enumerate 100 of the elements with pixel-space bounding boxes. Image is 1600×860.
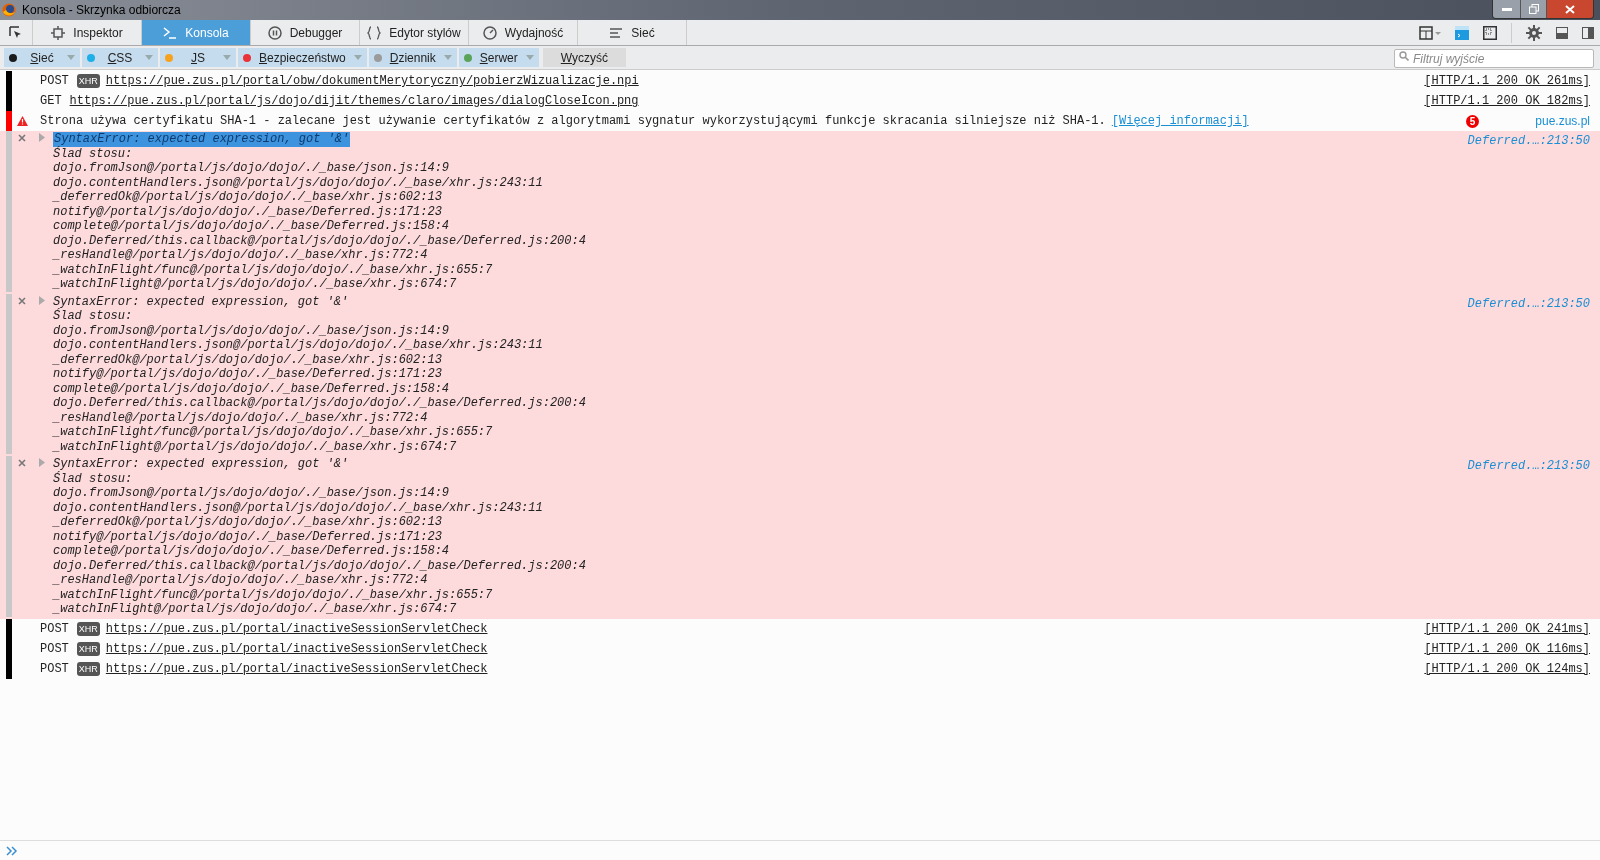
close-icon: [18, 459, 26, 467]
close-window-button[interactable]: [1546, 0, 1593, 18]
request-url-link[interactable]: https://pue.zus.pl/portal/inactiveSessionServletCheck: [105, 639, 488, 658]
warning-message: Strona używa certyfikatu SHA-1 - zalecane jest używanie certyfikatów z algorytmami sygnatur wykorzystującymi funkcje skracania silniejsze niż SHA-1.: [40, 113, 1106, 130]
clear-button[interactable]: Wyczyść: [542, 48, 627, 67]
stack-frame: _resHandle@/portal/js/dojo/dojo/./_base/xhr.js:772:4: [53, 410, 586, 425]
stack-frame: _resHandle@/portal/js/dojo/dojo/./_base/xhr.js:772:4: [53, 248, 586, 263]
screenshot-frame-icon[interactable]: [1483, 25, 1497, 40]
caret-icon: [525, 55, 534, 60]
stack-frame: notify@/portal/js/dojo/dojo/./_base/Deferred.js:171:23: [53, 204, 586, 219]
dock-side-icon[interactable]: [1582, 26, 1594, 39]
stack-trace-title: Ślad stosu:: [53, 309, 133, 324]
request-status-link[interactable]: [HTTP/1.1 200 OK 116ms]: [1424, 639, 1590, 658]
close-icon: [1565, 4, 1575, 14]
repeat-count-badge: 5: [1465, 114, 1480, 128]
frame-select-icon[interactable]: [1419, 25, 1441, 40]
xhr-label: XHR: [76, 641, 100, 656]
braces-icon: [367, 25, 382, 40]
console-prompt-icon: [163, 26, 178, 39]
pointer-icon: [9, 25, 23, 40]
stack-frame: dojo.contentHandlers.json@/portal/js/dojo/dojo/./_base/xhr.js:243:11: [53, 500, 586, 515]
request-status-link[interactable]: [HTTP/1.1 200 OK 182ms]: [1424, 92, 1590, 110]
source-link[interactable]: pue.zus.pl: [1535, 112, 1590, 130]
stack-frame: _watchInFlight@/portal/js/dojo/dojo/./_base/xhr.js:674:7: [53, 602, 586, 617]
request-method: POST: [40, 620, 69, 638]
error-message: SyntaxError: expected expression, got '&': [53, 132, 351, 147]
filter-button[interactable]: CSS: [82, 48, 158, 67]
settings-icon[interactable]: [1526, 24, 1542, 41]
stack-frame: dojo.fromJson@/portal/js/dojo/dojo/./_base/json.js:14:9: [53, 486, 586, 501]
filter-button[interactable]: Serwer: [458, 48, 539, 67]
toolbox-tab[interactable]: Debugger: [251, 20, 360, 45]
request-url-link[interactable]: https://pue.zus.pl/portal/obw/dokumentMerytoryczny/pobierzWizualizacje.npi: [105, 72, 639, 90]
request-status-link[interactable]: [HTTP/1.1 200 OK 261ms]: [1424, 72, 1590, 90]
request-method: POST: [40, 660, 69, 678]
window-title: Konsola - Skrzynka odbiorcza: [22, 2, 181, 19]
xhr-label: XHR: [76, 661, 100, 676]
request-url-link[interactable]: https://pue.zus.pl/portal/inactiveSessionServletCheck: [105, 659, 488, 678]
caret-icon: [145, 55, 153, 60]
xhr-label: XHR: [76, 621, 100, 636]
dock-bottom-icon[interactable]: [1556, 26, 1568, 39]
stack-frame: dojo.Deferred/this.callback@/portal/js/dojo/dojo/./_base/Deferred.js:200:4: [53, 558, 586, 573]
close-icon: [18, 134, 26, 142]
stack-frame: _watchInFlight/func@/portal/js/dojo/dojo/./_base/xhr.js:655:7: [53, 587, 586, 602]
restore-icon: [1528, 4, 1539, 14]
request-status-link[interactable]: [HTTP/1.1 200 OK 241ms]: [1424, 619, 1590, 638]
filter-button[interactable]: Bezpieczeństwo: [238, 48, 367, 67]
xhr-label: XHR: [76, 74, 100, 88]
stack-trace-title: Ślad stosu:: [53, 146, 134, 161]
stack-frame: _watchInFlight/func@/portal/js/dojo/dojo/./_base/xhr.js:655:7: [53, 262, 586, 277]
stack-frame: dojo.Deferred/this.callback@/portal/js/dojo/dojo/./_base/Deferred.js:200:4: [53, 233, 586, 248]
stack-frame: notify@/portal/js/dojo/dojo/./_base/Deferred.js:171:23: [53, 529, 586, 544]
restore-button[interactable]: [1520, 0, 1546, 18]
filter-button[interactable]: Sieć: [4, 48, 80, 67]
stack-frame: notify@/portal/js/dojo/dojo/./_base/Deferred.js:171:23: [53, 367, 586, 382]
inspector-icon: [51, 25, 66, 40]
filter-button[interactable]: Dziennik: [368, 48, 457, 67]
split-console-icon[interactable]: [1455, 25, 1469, 40]
request-url-link[interactable]: https://pue.zus.pl/portal/js/dojo/dijit/themes/claro/images/dialogCloseIcon.png: [69, 92, 639, 110]
request-method: GET: [40, 93, 62, 110]
caret-icon: [353, 55, 362, 60]
stack-frame: _watchInFlight@/portal/js/dojo/dojo/./_base/xhr.js:674:7: [53, 277, 586, 292]
search-icon: [1399, 50, 1409, 61]
error-message: SyntaxError: expected expression, got '&': [53, 294, 349, 309]
stack-frame: _deferredOk@/portal/js/dojo/dojo/./_base/xhr.js:602:13: [53, 515, 586, 530]
request-method: POST: [40, 640, 69, 658]
stack-frame: dojo.fromJson@/portal/js/dojo/dojo/./_base/json.js:14:9: [53, 323, 586, 338]
stack-frame: dojo.fromJson@/portal/js/dojo/dojo/./_base/json.js:14:9: [53, 161, 586, 176]
request-url-link[interactable]: https://pue.zus.pl/portal/inactiveSessionServletCheck: [105, 619, 488, 638]
toolbox-tab[interactable]: Wydajność: [469, 20, 578, 45]
stack-frame: _deferredOk@/portal/js/dojo/dojo/./_base/xhr.js:602:13: [53, 352, 586, 367]
filter-field[interactable]: Filtruj wyjście: [1394, 49, 1594, 68]
stack-frame: _watchInFlight@/portal/js/dojo/dojo/./_base/xhr.js:674:7: [53, 439, 586, 454]
caret-icon: [67, 55, 75, 60]
request-status-link[interactable]: [HTTP/1.1 200 OK 124ms]: [1424, 659, 1590, 678]
stack-frame: _deferredOk@/portal/js/dojo/dojo/./_base/xhr.js:602:13: [53, 190, 586, 205]
lines-icon: [609, 26, 624, 39]
minimize-icon: [1501, 7, 1512, 11]
caret-icon: [223, 55, 231, 60]
request-method: POST: [40, 73, 69, 90]
stack-frame: _watchInFlight/func@/portal/js/dojo/dojo/./_base/xhr.js:655:7: [53, 425, 586, 440]
toolbox-tab[interactable]: Edytor stylów: [360, 20, 469, 45]
filter-button[interactable]: JS: [160, 48, 236, 67]
more-info-link[interactable]: [Więcej informacji]: [1111, 112, 1249, 130]
browser-logo-icon: [2, 3, 16, 17]
gauge-icon: [482, 25, 497, 40]
close-icon: [18, 296, 26, 305]
stack-frame: dojo.contentHandlers.json@/portal/js/dojo/dojo/./_base/xhr.js:243:11: [53, 175, 586, 190]
stack-frame: dojo.contentHandlers.json@/portal/js/dojo/dojo/./_base/xhr.js:243:11: [53, 338, 586, 353]
stack-frame: complete@/portal/js/dojo/dojo/./_base/Deferred.js:158:4: [53, 544, 586, 559]
chevrons-right-icon: [6, 845, 18, 856]
stack-frame: dojo.Deferred/this.callback@/portal/js/dojo/dojo/./_base/Deferred.js:200:4: [53, 396, 586, 411]
stack-trace-title: Ślad stosu:: [53, 471, 134, 486]
stack-frame: _resHandle@/portal/js/dojo/dojo/./_base/xhr.js:772:4: [53, 573, 586, 588]
caret-icon: [443, 55, 452, 60]
pause-icon: [267, 25, 282, 40]
stack-frame: complete@/portal/js/dojo/dojo/./_base/Deferred.js:158:4: [53, 219, 586, 234]
warning-icon: [17, 116, 28, 126]
stack-frame: complete@/portal/js/dojo/dojo/./_base/Deferred.js:158:4: [53, 381, 586, 396]
error-message: SyntaxError: expected expression, got '&': [53, 457, 349, 471]
toolbox-tab[interactable]: Sieć: [578, 20, 687, 45]
